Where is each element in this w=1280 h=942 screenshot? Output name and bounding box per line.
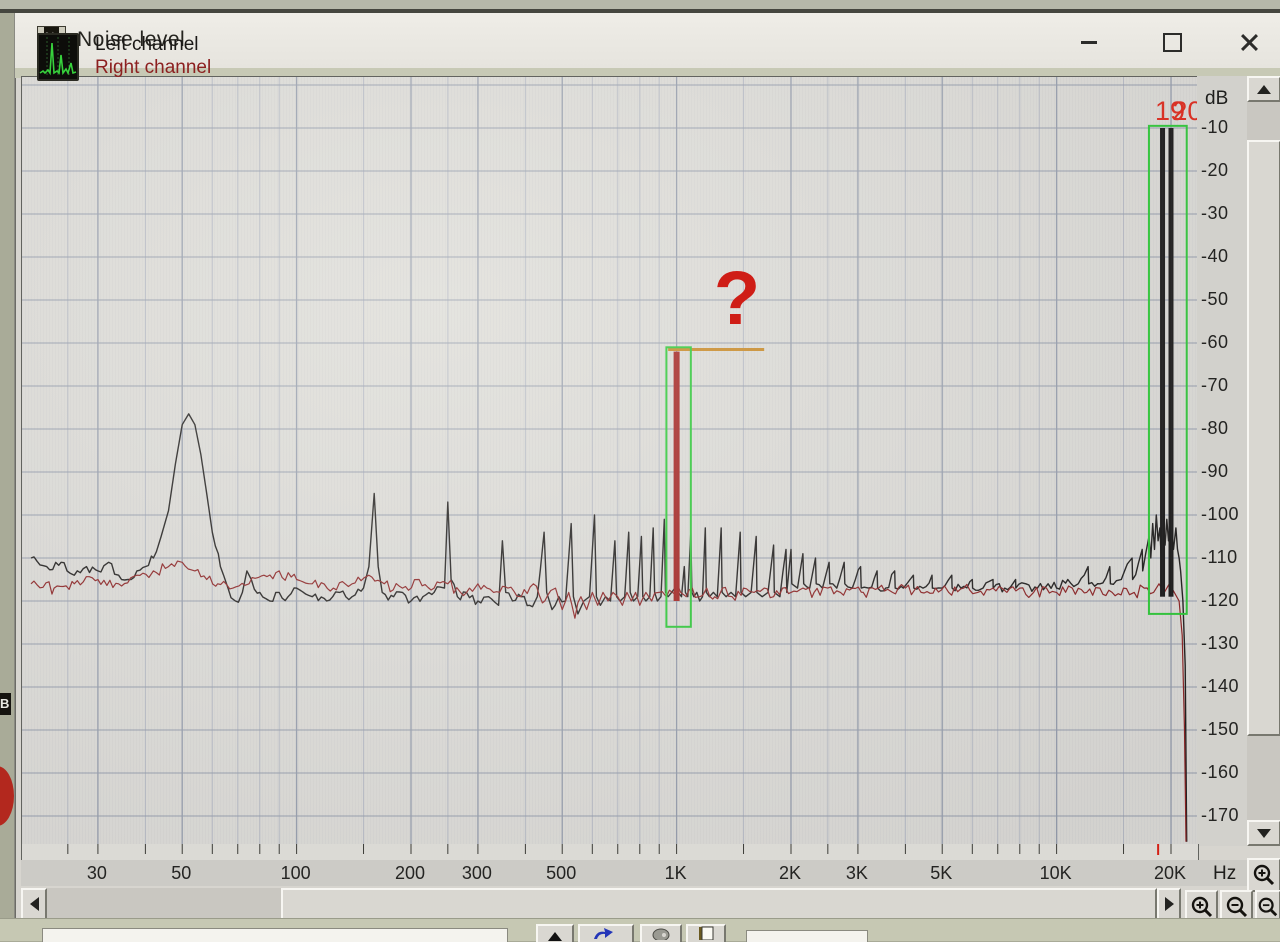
background-logo-fragment (0, 766, 14, 826)
spectrum-chart: 1920 (22, 77, 1202, 845)
x-tick-label: 10K (1039, 863, 1072, 883)
noise-level-window: Noise level Left channel Right channel 1… (14, 13, 1280, 923)
x-tick-label: 5K (930, 863, 953, 883)
y-tick-label: -40 (1201, 246, 1229, 266)
background-window-fragment: B (0, 693, 11, 715)
y-tick-label: -150 (1201, 719, 1240, 739)
x-tick-label: 1K (664, 863, 687, 883)
tone-bar (1168, 128, 1174, 597)
tone-bar (673, 351, 680, 601)
y-tick-label: -110 (1201, 547, 1238, 567)
y-tick-label: -20 (1201, 160, 1229, 180)
minimize-icon (1081, 40, 1097, 44)
x-tick-label: 200 (394, 863, 426, 883)
x-tick-label: 2K (778, 863, 802, 883)
scroll-left-button[interactable] (21, 888, 47, 920)
close-icon (1240, 33, 1258, 51)
parent-button-play[interactable] (536, 924, 574, 942)
x-tick-label: 30 (86, 863, 107, 883)
magnifier-plus-icon (1253, 864, 1275, 886)
x-tick-label: 20K (1153, 863, 1187, 883)
peak-label-20: 20 (1172, 96, 1198, 126)
y-tick-label: -90 (1201, 461, 1229, 481)
y-tick-label: -100 (1201, 504, 1240, 524)
y-tick-label: -120 (1201, 590, 1240, 610)
scroll-up-button[interactable] (1247, 76, 1280, 102)
arrow-down-icon (1257, 828, 1271, 838)
parent-app-toolbar (0, 918, 1280, 942)
parent-button-analyze[interactable] (578, 924, 634, 942)
legend: Left channel Right channel (37, 33, 211, 81)
vertical-scrollbar-thumb[interactable] (1247, 140, 1280, 736)
y-tick-label: -60 (1201, 332, 1229, 352)
y-tick-label: -30 (1201, 203, 1229, 223)
magnifier-minus-icon (1258, 897, 1278, 916)
x-axis-ruler (21, 844, 1199, 860)
scroll-down-button[interactable] (1247, 820, 1280, 846)
legend-left-channel: Left channel (95, 34, 199, 55)
close-button[interactable] (1227, 27, 1271, 57)
y-tick-label: -80 (1201, 418, 1229, 438)
y-tick-label: -140 (1201, 676, 1240, 696)
parent-button-document[interactable] (686, 924, 726, 942)
arrow-up-icon (1257, 84, 1271, 94)
y-tick-label: -160 (1201, 762, 1240, 782)
arrow-left-icon (29, 897, 39, 911)
y-axis-labels: dB -10 -20 -30 -40 -50 -60 -70 -80 -90 -100 -110 -1… (1197, 76, 1247, 846)
x-axis-unit: Hz (1213, 863, 1237, 884)
minimize-button[interactable] (1067, 27, 1111, 57)
page-icon (699, 926, 714, 940)
y-tick-label: -130 (1201, 633, 1240, 653)
maximize-button[interactable] (1150, 27, 1194, 57)
zoom-in-y-button[interactable] (1247, 858, 1280, 892)
parent-button-cd[interactable] (640, 924, 682, 942)
x-tick-label: 300 (461, 863, 492, 883)
disc-icon (652, 928, 670, 940)
x-tick-label: 3K (845, 863, 868, 883)
arrow-right-icon (1164, 897, 1174, 911)
y-tick-label: -10 (1201, 117, 1229, 137)
blue-refresh-icon (594, 928, 613, 939)
horizontal-scrollbar-thumb[interactable] (281, 888, 1157, 920)
magnifier-plus-icon (1191, 896, 1212, 917)
plot-area[interactable]: 19 20 ? (21, 76, 1202, 846)
legend-right-channel: Right channel (95, 57, 212, 78)
trace-right-channel (30, 560, 1187, 842)
y-tick-label: -70 (1201, 375, 1229, 395)
trace-left-channel (30, 413, 1188, 842)
parent-text-field-2[interactable] (746, 930, 868, 942)
y-tick-label: -170 (1201, 805, 1240, 825)
maximize-icon (1162, 32, 1182, 52)
tone-bar (1160, 128, 1166, 597)
x-tick-label: 50 (171, 863, 192, 883)
y-tick-label: -50 (1201, 289, 1229, 309)
y-axis-unit: dB (1205, 88, 1229, 109)
x-tick-label: 100 (280, 863, 311, 883)
scroll-right-button[interactable] (1157, 888, 1181, 920)
x-axis-labels: 30 50 100 200 300 500 1K 2K 3K 5K 10K 20K Hz (21, 860, 1247, 886)
magnifier-minus-icon (1226, 896, 1247, 917)
spectrum-thumbnail-icon (37, 33, 79, 81)
x-tick-label: 500 (546, 863, 577, 883)
